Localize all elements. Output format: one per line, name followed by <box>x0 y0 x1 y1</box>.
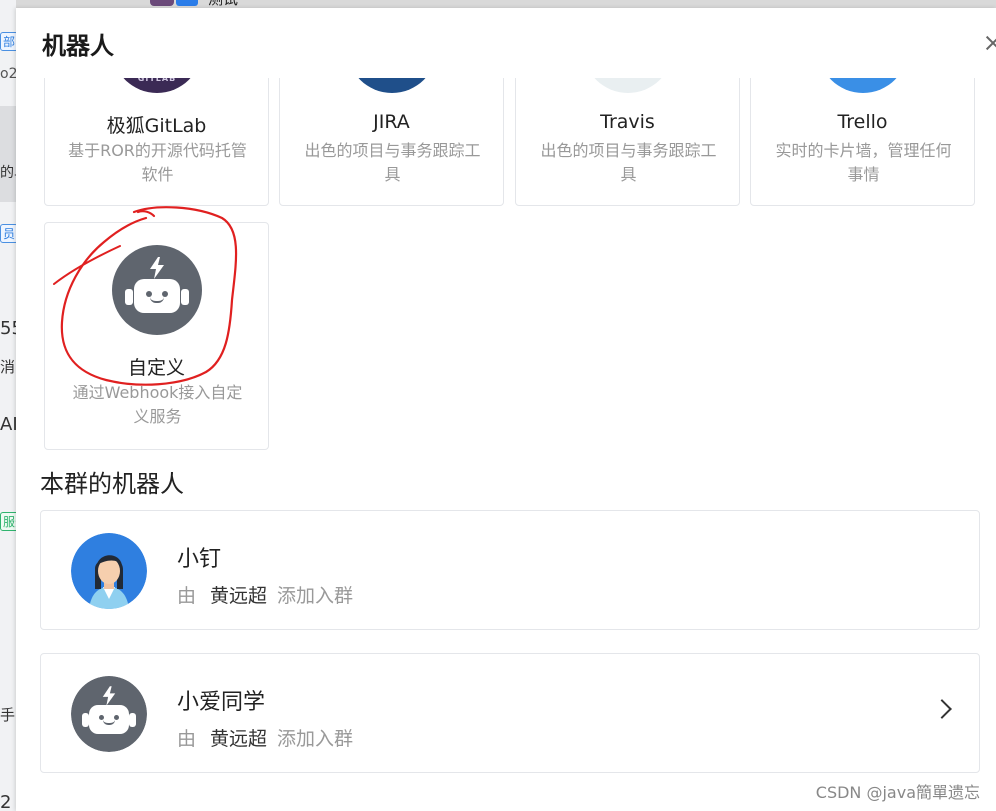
woman-avatar-graphic <box>71 533 147 609</box>
background-text: 消 <box>0 358 16 376</box>
background-app-strip: 部 o2 的单 员 55 消 AI 服务 手 2 <box>0 0 16 811</box>
bolt-icon <box>150 257 164 279</box>
woman-avatar-icon <box>71 533 147 609</box>
background-text: 手 <box>0 706 16 724</box>
chevron-right-icon[interactable] <box>932 699 952 719</box>
robot-ear <box>125 289 133 305</box>
bot-creator: 黄远超 <box>210 728 268 750</box>
integration-name: 自定义 <box>127 357 185 379</box>
robot-ear <box>181 289 189 305</box>
bot-row-xiaoding[interactable]: 小钉 由黄远超 添加入群 <box>40 510 980 630</box>
bot-creator: 黄远超 <box>210 585 268 607</box>
robot-ear <box>82 713 89 727</box>
bot-name: 小爱同学 <box>177 690 266 715</box>
background-text: 2 <box>0 792 12 811</box>
bot-row-xiaoai[interactable]: 小爱同学 由黄远超 添加入群 <box>40 653 980 773</box>
background-text: 55 <box>0 318 16 339</box>
bot-meta-by: 由 <box>177 585 197 607</box>
robot-dialog: 机器人 GITLAB 极狐GitLab 基于ROR的开源代码托管软件 JIRA … <box>16 8 996 811</box>
robot-ear <box>129 713 136 727</box>
integration-name: 极狐GitLab <box>106 115 207 137</box>
background-selected-row <box>0 106 16 202</box>
integration-name: JIRA <box>373 111 410 133</box>
background-tag: 服务 <box>0 512 16 531</box>
robot-avatar <box>71 676 147 752</box>
bolt-icon <box>102 686 116 706</box>
robot-icon <box>71 676 147 752</box>
integration-name: Trello <box>837 111 888 133</box>
bot-meta-action: 添加入群 <box>277 728 354 750</box>
bot-meta: 由黄远超 添加入群 <box>177 724 353 751</box>
background-avatar-badge <box>176 0 198 6</box>
background-text: AI <box>0 414 16 435</box>
integration-desc: 出色的项目与事务跟踪工具 <box>304 141 481 184</box>
dialog-title: 机器人 <box>42 32 114 60</box>
bot-name: 小钉 <box>177 547 222 572</box>
robot-icon <box>112 245 202 335</box>
integration-desc: 出色的项目与事务跟踪工具 <box>540 141 717 184</box>
integration-name: Travis <box>600 111 655 133</box>
background-tag: 部 <box>0 32 16 51</box>
integration-desc: 基于ROR的开源代码托管软件 <box>68 141 247 184</box>
background-tag: 员 <box>0 224 16 243</box>
bot-meta: 由黄远超 添加入群 <box>177 581 353 608</box>
dialog-content: GITLAB 极狐GitLab 基于ROR的开源代码托管软件 JIRA 出色的项… <box>16 8 996 811</box>
background-text: 的单 <box>0 165 16 181</box>
robot-head <box>134 279 180 313</box>
dialog-header: 机器人 <box>16 8 996 78</box>
integration-desc: 实时的卡片墙，管理任何事情 <box>775 141 952 184</box>
integration-card-custom[interactable]: 自定义 通过Webhook接入自定义服务 <box>44 222 269 450</box>
background-header: 测试 <box>150 0 290 8</box>
background-avatar <box>150 0 174 6</box>
background-chat-title: 测试 <box>208 0 238 8</box>
watermark: CSDN @java簡單遗忘 <box>815 783 980 802</box>
background-text: o2 <box>0 66 16 82</box>
section-title: 本群的机器人 <box>40 470 184 498</box>
close-icon[interactable] <box>986 34 996 52</box>
bot-meta-by: 由 <box>177 728 197 750</box>
bot-meta-action: 添加入群 <box>277 585 354 607</box>
integration-desc: 通过Webhook接入自定义服务 <box>72 383 243 426</box>
